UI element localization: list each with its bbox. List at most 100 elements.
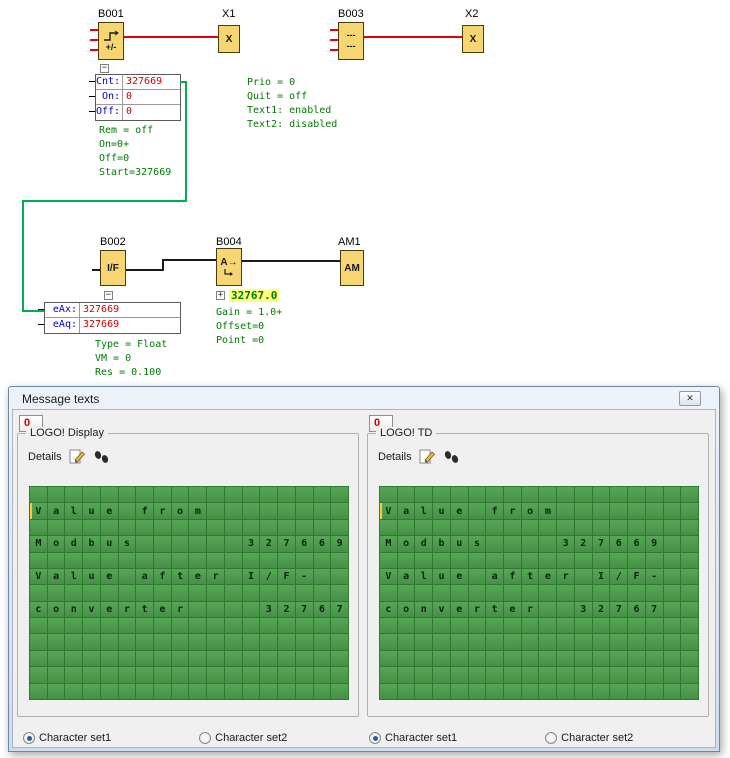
- lcd-cell[interactable]: [314, 487, 331, 502]
- lcd-cell[interactable]: [189, 520, 206, 535]
- lcd-cell[interactable]: [154, 487, 171, 502]
- radio-circle[interactable]: [23, 732, 35, 744]
- lcd-cell[interactable]: r: [154, 503, 171, 518]
- lcd-cell[interactable]: [243, 585, 260, 600]
- lcd-cell[interactable]: [83, 684, 100, 699]
- lcd-cell[interactable]: [172, 520, 189, 535]
- lcd-cell[interactable]: [65, 651, 82, 666]
- lcd-cell[interactable]: [469, 667, 486, 682]
- lcd-cell[interactable]: [451, 667, 468, 682]
- lcd-cell[interactable]: [451, 684, 468, 699]
- lcd-cell[interactable]: a: [136, 569, 153, 584]
- lcd-cell[interactable]: V: [380, 569, 397, 584]
- lcd-cell[interactable]: [101, 553, 118, 568]
- lcd-cell[interactable]: [539, 684, 556, 699]
- lcd-cell[interactable]: [243, 553, 260, 568]
- lcd-cell[interactable]: e: [154, 602, 171, 617]
- lcd-cell[interactable]: v: [83, 602, 100, 617]
- lcd-cell[interactable]: [331, 667, 348, 682]
- lcd-cell[interactable]: [314, 634, 331, 649]
- lcd-cell[interactable]: [30, 667, 47, 682]
- lcd-cell[interactable]: [136, 487, 153, 502]
- lcd-cell[interactable]: [314, 667, 331, 682]
- lcd-cell[interactable]: [331, 634, 348, 649]
- lcd-cell[interactable]: t: [172, 569, 189, 584]
- lcd-cell[interactable]: [119, 618, 136, 633]
- lcd-cell[interactable]: [610, 503, 627, 518]
- lcd-cell[interactable]: [398, 634, 415, 649]
- lcd-cell[interactable]: [119, 634, 136, 649]
- lcd-cell[interactable]: 7: [610, 602, 627, 617]
- lcd-cell[interactable]: [504, 651, 521, 666]
- lcd-cell[interactable]: [575, 684, 592, 699]
- lcd-cell[interactable]: [664, 651, 681, 666]
- lcd-cell[interactable]: [260, 667, 277, 682]
- lcd-cell[interactable]: [539, 667, 556, 682]
- lcd-cell[interactable]: [681, 618, 698, 633]
- lcd-cell[interactable]: -: [646, 569, 663, 584]
- lcd-cell[interactable]: [83, 651, 100, 666]
- lcd-cell[interactable]: e: [451, 602, 468, 617]
- lcd-cell[interactable]: [296, 503, 313, 518]
- lcd-cell[interactable]: [260, 520, 277, 535]
- lcd-cell[interactable]: 7: [593, 536, 610, 551]
- lcd-cell[interactable]: [331, 618, 348, 633]
- lcd-cell[interactable]: [539, 536, 556, 551]
- block-x1-open-connector[interactable]: X: [218, 25, 240, 53]
- lcd-cell[interactable]: [83, 585, 100, 600]
- lcd-cell[interactable]: [522, 618, 539, 633]
- lcd-cell[interactable]: [154, 667, 171, 682]
- lcd-cell[interactable]: [486, 520, 503, 535]
- lcd-cell[interactable]: I: [243, 569, 260, 584]
- lcd-cell[interactable]: [557, 602, 574, 617]
- lcd-cell[interactable]: o: [172, 503, 189, 518]
- lcd-cell[interactable]: [504, 487, 521, 502]
- lcd-cell[interactable]: [610, 585, 627, 600]
- lcd-cell[interactable]: [664, 684, 681, 699]
- lcd-cell[interactable]: [415, 487, 432, 502]
- lcd-cell[interactable]: [539, 634, 556, 649]
- lcd-cell[interactable]: [398, 487, 415, 502]
- lcd-cell[interactable]: [522, 553, 539, 568]
- lcd-cell[interactable]: [575, 585, 592, 600]
- lcd-cell[interactable]: [557, 651, 574, 666]
- lcd-cell[interactable]: 7: [646, 602, 663, 617]
- lcd-cell[interactable]: 6: [610, 536, 627, 551]
- lcd-cell[interactable]: t: [136, 602, 153, 617]
- lcd-cell[interactable]: [522, 684, 539, 699]
- lcd-cell[interactable]: 6: [296, 536, 313, 551]
- lcd-cell[interactable]: b: [83, 536, 100, 551]
- lcd-cell[interactable]: [119, 667, 136, 682]
- lcd-cell[interactable]: [207, 520, 224, 535]
- lcd-cell[interactable]: [557, 585, 574, 600]
- lcd-cell[interactable]: [380, 634, 397, 649]
- lcd-cell[interactable]: f: [486, 503, 503, 518]
- lcd-cell[interactable]: [65, 553, 82, 568]
- lcd-cell[interactable]: r: [557, 569, 574, 584]
- lcd-cell[interactable]: [664, 585, 681, 600]
- lcd-cell[interactable]: l: [65, 503, 82, 518]
- lcd-cell[interactable]: r: [172, 602, 189, 617]
- lcd-cell[interactable]: [331, 651, 348, 666]
- lcd-cell[interactable]: [30, 487, 47, 502]
- param-value[interactable]: 0: [122, 90, 180, 104]
- lcd-cell[interactable]: [136, 536, 153, 551]
- lcd-cell[interactable]: [189, 684, 206, 699]
- radio-circle[interactable]: [199, 732, 211, 744]
- lcd-cell[interactable]: [48, 553, 65, 568]
- lcd-cell[interactable]: [296, 634, 313, 649]
- lcd-cell[interactable]: e: [101, 503, 118, 518]
- lcd-cell[interactable]: [539, 487, 556, 502]
- lcd-cell[interactable]: 2: [260, 536, 277, 551]
- lcd-cell[interactable]: [225, 684, 242, 699]
- lcd-cell[interactable]: [83, 634, 100, 649]
- lcd-cell[interactable]: [628, 503, 645, 518]
- lcd-cell[interactable]: [172, 684, 189, 699]
- lcd-cell[interactable]: [593, 684, 610, 699]
- lcd-cell[interactable]: [189, 667, 206, 682]
- lcd-cell[interactable]: [557, 520, 574, 535]
- lcd-cell[interactable]: [314, 553, 331, 568]
- lcd-cell[interactable]: [504, 585, 521, 600]
- special-chars-icon[interactable]: [443, 449, 460, 465]
- radio-character-set1[interactable]: Character set1: [23, 732, 111, 744]
